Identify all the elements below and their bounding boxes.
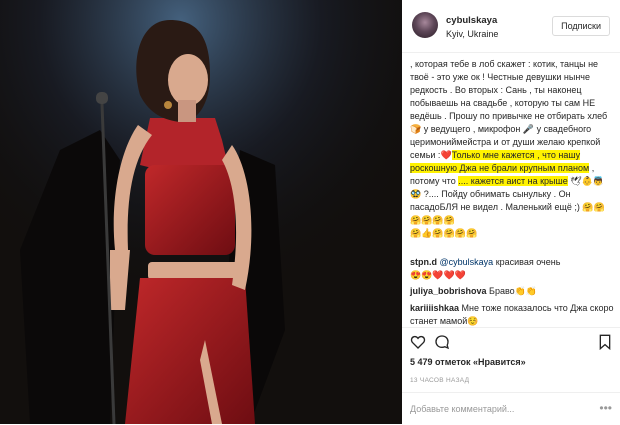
microphone-emoji: 🎤 <box>522 124 535 134</box>
comment: juliya_bobrishova Браво👏👏 <box>410 285 614 298</box>
comment-username[interactable]: juliya_bobrishova <box>410 286 487 296</box>
add-comment-row: ••• <box>402 392 620 425</box>
caption-text: ?.... Пойду обнимать сынульку . Он пасад… <box>410 189 583 212</box>
comment-bubble-icon[interactable] <box>434 334 450 350</box>
comment-mention[interactable]: @cybulskaya <box>440 257 494 267</box>
comment: kariiiishkaa Мне тоже показалось что Джа… <box>410 302 614 328</box>
instagram-post: cybulskaya Kyiv, Ukraine Подписки , кото… <box>0 0 620 424</box>
location-link[interactable]: Kyiv, Ukraine <box>446 28 498 41</box>
post-header: cybulskaya Kyiv, Ukraine Подписки <box>402 0 620 53</box>
username-link[interactable]: cybulskaya <box>446 14 497 27</box>
post-sidebar: cybulskaya Kyiv, Ukraine Подписки , кото… <box>402 0 620 424</box>
comment-username[interactable]: kariiiishkaa <box>410 303 459 313</box>
bread-emoji: 🍞 <box>410 124 422 134</box>
comment-input[interactable] <box>410 402 590 416</box>
comment-text: Браво <box>486 286 515 296</box>
action-bar <box>402 327 620 356</box>
post-caption: , которая тебе в лоб скажет : котик, тан… <box>410 58 614 256</box>
avatar[interactable] <box>412 12 438 38</box>
caption-text: у ведущего , микрофон <box>421 124 523 134</box>
more-options-icon[interactable]: ••• <box>599 401 612 415</box>
comment-text: красивая очень <box>493 257 561 267</box>
caption-text: , которая тебе в лоб скажет : котик, тан… <box>410 59 608 121</box>
post-timestamp[interactable]: 13 ЧАСОВ НАЗАД <box>410 374 469 387</box>
comment-emoji: 😍😍❤️❤️❤️ <box>410 270 467 280</box>
comment-emoji: 👏👏 <box>514 286 538 296</box>
post-photo[interactable] <box>0 0 402 424</box>
photo-illustration <box>0 0 402 424</box>
heart-icon[interactable] <box>410 334 426 350</box>
following-button[interactable]: Подписки <box>552 16 610 36</box>
caption-emoji: 🤗👍🤗🤗🤗🤗 <box>410 228 478 238</box>
heart-emoji: ❤️ <box>440 150 452 160</box>
comment: stpn.d @cybulskaya красивая очень 😍😍❤️❤️… <box>410 256 614 282</box>
bookmark-icon[interactable] <box>598 334 612 350</box>
comment-emoji: ☺️ <box>467 316 479 326</box>
comment-username[interactable]: stpn.d <box>410 257 437 267</box>
likes-count[interactable]: 5 479 отметок «Нравится» <box>410 356 526 369</box>
highlighted-text: .... кажется аист на крыше <box>458 176 568 186</box>
